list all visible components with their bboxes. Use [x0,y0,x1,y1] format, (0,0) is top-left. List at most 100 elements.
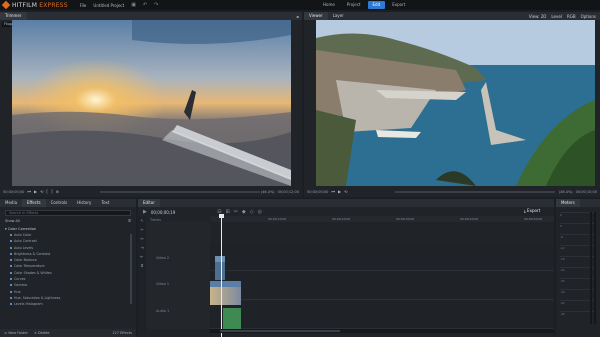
trimmer-video[interactable] [12,20,291,186]
effects-tabs: Media Effects Controls History Text [0,199,136,207]
options-menu[interactable]: Options [581,14,596,19]
ruler-tick: 00;00;20;00 [332,217,351,221]
tab-history[interactable]: History [72,199,96,207]
nav-edit[interactable]: Edit [367,1,386,9]
trimmer-duration: 00;00;12;00 [277,189,299,194]
redo-icon[interactable]: ↷ [154,2,158,8]
panel-menu-icon[interactable]: ▪ [296,14,299,19]
viewer-duration: 00;00;10;00 [575,189,597,194]
show-all-filter[interactable]: Show All ☰ [5,219,131,225]
timeline-ruler[interactable]: 00;00;10;00 00;00;20;00 00;00;30;00 00;0… [210,216,554,222]
nav-project[interactable]: Project [342,1,366,9]
effects-tree: ▾ Color Correction Auto Color Auto Contr… [5,226,136,308]
editor-play-icon[interactable]: ▶ [143,209,147,215]
tab-editor[interactable]: Editor [138,199,160,207]
ripple-icon[interactable]: ◇ [250,209,254,215]
slip-tool-icon[interactable]: ↔ [138,234,146,243]
track-row-video-2[interactable] [210,245,554,271]
slice-tool-icon[interactable]: ✂ [138,225,146,234]
insert-icon[interactable]: ⊕ [56,189,59,194]
tab-layer[interactable]: Layer [328,12,349,20]
viewer-header: Viewer Layer View: 2D Level RGB Options [304,12,600,20]
timeline-scrollbar[interactable] [210,329,554,333]
effects-scrollbar[interactable] [130,234,132,304]
viewer-skip-start-icon[interactable]: ⏮ [331,189,335,194]
tab-meters[interactable]: Meters [556,199,580,207]
effects-count: 127 Effects [112,331,132,335]
delete-button[interactable]: ✕ Delete [34,331,50,335]
view-mode-select[interactable]: View: 2D [529,14,547,19]
clip-video-1[interactable] [210,281,241,305]
track-headers: Tracks Video 2 Video 1 Audio 1 [146,218,210,329]
trimmer-timecode[interactable]: 00;00;00;00 [3,190,24,194]
channels-select[interactable]: RGB [567,14,576,19]
effect-item[interactable]: Levels Histogram [5,301,136,307]
rate-tool-icon[interactable]: ⧗ [138,261,146,270]
viewer-play-icon[interactable]: ▶ [338,189,341,194]
hitfilm-logo-icon [1,0,11,10]
editor-header: Editor [138,199,554,207]
viewer-zoom[interactable]: (46.4%) [559,190,573,194]
trimmer-zoom[interactable]: (46.4%) [261,190,275,194]
roll-tool-icon[interactable]: ⇤ [138,252,146,261]
effects-panel: Media Effects Controls History Text Sear… [0,199,136,337]
nav-home[interactable]: Home [318,1,340,9]
quality-select[interactable]: Level [551,14,562,19]
tab-controls[interactable]: Controls [46,199,73,207]
skip-start-icon[interactable]: ⏮ [27,189,31,194]
editor-tools: ↖ ✂ ↔ ⇥ ⇤ ⧗ [138,216,146,331]
viewer-scrubber[interactable] [395,191,555,193]
select-tool-icon[interactable]: ↖ [138,216,146,225]
clip-video-2[interactable] [215,256,225,280]
project-name[interactable]: Untitled Project [93,3,124,8]
effects-footer: ▭ New Folder ✕ Delete 127 Effects [0,329,136,337]
app-logo: HITFILM EXPRESS [12,1,68,9]
playhead[interactable] [219,214,224,337]
editor-toolbar: ▶ 00;00;00;19 ⊟ ⊞ ✂ ◆ ◇ ◎ [138,208,554,216]
harbor-image [316,20,595,186]
track-video-1[interactable]: Video 1 [156,282,169,286]
tab-effects[interactable]: Effects [22,199,46,207]
track-row-audio-1[interactable] [210,301,554,329]
ruler-tick: 00;00;40;00 [460,217,479,221]
nav-export[interactable]: Export [387,1,410,9]
viewer-loop-icon[interactable]: ⟲ [344,189,347,194]
ripple-tool-icon[interactable]: ⇥ [138,243,146,252]
cut-icon[interactable]: ✂ [234,209,238,215]
zoom-icon[interactable]: ◎ [258,209,262,215]
loop-icon[interactable]: ⟲ [40,189,43,194]
viewer-video[interactable] [316,20,595,186]
tracks-label: Tracks [150,218,161,222]
track-row-video-1[interactable] [210,272,554,300]
ruler-tick: 00;00;30;00 [396,217,415,221]
mark-in-icon[interactable]: [ [46,189,48,194]
new-folder-button[interactable]: ▭ New Folder [4,331,28,335]
play-icon[interactable]: ▶ [34,189,37,194]
tab-media[interactable]: Media [0,199,22,207]
tab-text[interactable]: Text [96,199,114,207]
tab-trimmer[interactable]: Trimmer [0,12,27,20]
save-icon[interactable]: ▣ [131,2,136,8]
trimmer-scrubber[interactable] [100,191,260,193]
editor-timecode[interactable]: 00;00;00;19 [151,210,175,215]
effects-search-input[interactable]: Search in Effects [5,210,131,216]
tab-viewer[interactable]: Viewer [304,12,328,20]
title-bar: HITFILM EXPRESS File Untitled Project ▣ … [0,0,600,10]
ruler-tick: 00;00;50;00 [524,217,543,221]
editor-export-button[interactable]: ⤓ Export [524,208,540,213]
meter-left-channel [590,212,592,324]
undo-icon[interactable]: ↶ [143,2,147,8]
meters-header: Meters [556,199,600,207]
view-toggle-icon[interactable]: ☰ [128,219,131,225]
track-audio-1[interactable]: Audio 1 [156,309,169,313]
viewer-timecode[interactable]: 00;00;00;00 [307,190,328,194]
sunset-clouds-image [12,20,291,186]
clip-audio-1[interactable] [223,308,241,330]
trimmer-header: Trimmer ▪ [0,12,302,20]
track-video-2[interactable]: Video 2 [156,256,169,260]
link-icon[interactable]: ⊞ [225,209,229,215]
mark-out-icon[interactable]: ] [51,189,53,194]
menu-bar: File Untitled Project ▣ ↶ ↷ [80,2,159,8]
marker-icon[interactable]: ◆ [242,209,246,215]
menu-file[interactable]: File [80,3,87,8]
